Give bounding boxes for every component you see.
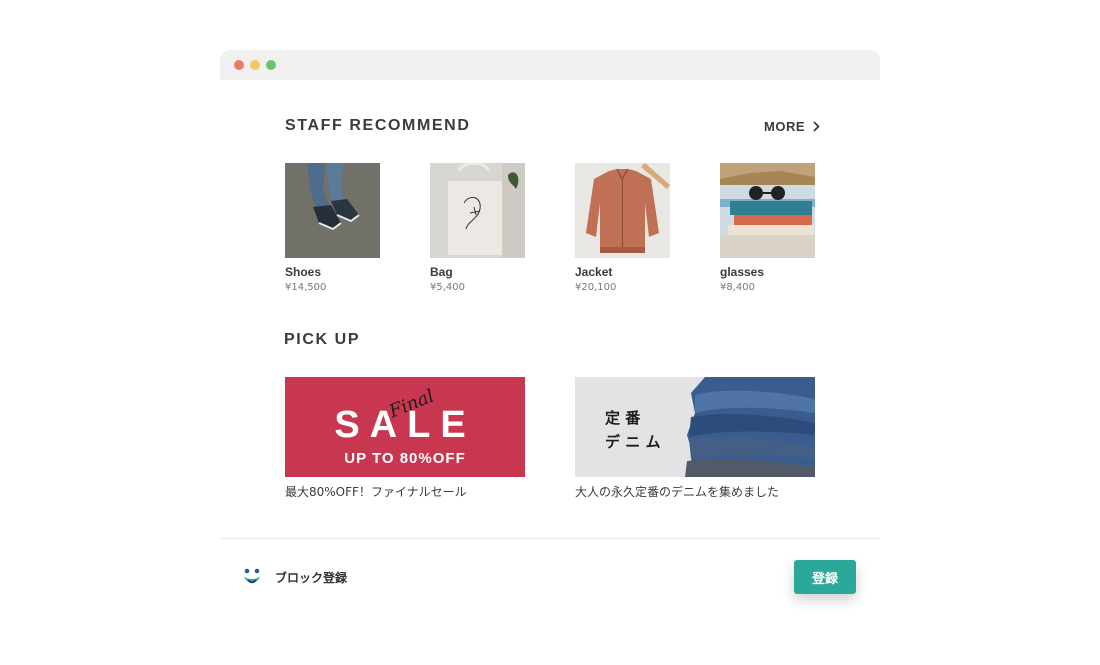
more-label: MORE	[764, 119, 805, 134]
product-card-jacket[interactable]: Jacket ¥20,100	[575, 163, 671, 293]
bag-image[interactable]	[430, 163, 525, 258]
chevron-right-icon	[813, 121, 820, 132]
window-maximize-button[interactable]	[266, 60, 276, 70]
smile-logo-icon	[244, 568, 260, 584]
window-titlebar	[220, 50, 880, 80]
product-name: glasses	[720, 265, 765, 279]
window-minimize-button[interactable]	[250, 60, 260, 70]
denim-line2-text: デ ニ ム	[605, 433, 660, 451]
product-price: ¥8,400	[720, 282, 755, 293]
banner-caption: 大人の永久定番のデニムを集めました	[575, 485, 780, 499]
browser-window: STAFF RECOMMEND MORE Shoes ¥14,500 Bag ¥…	[220, 50, 880, 640]
product-name: Jacket	[575, 265, 613, 279]
register-button[interactable]: 登録	[794, 560, 856, 594]
shoes-image[interactable]	[285, 163, 380, 258]
jacket-image[interactable]	[575, 163, 670, 258]
denim-line1-text: 定 番	[605, 409, 641, 427]
staff-recommend-title: STAFF RECOMMEND	[285, 117, 471, 134]
product-price: ¥5,400	[430, 282, 465, 293]
glasses-image[interactable]	[720, 163, 815, 258]
pickup-title: PICK UP	[284, 331, 361, 348]
product-card-glasses[interactable]: glasses ¥8,400	[720, 163, 816, 293]
window-close-button[interactable]	[234, 60, 244, 70]
block-register-label: ブロック登録	[275, 571, 348, 585]
product-card-shoes[interactable]: Shoes ¥14,500	[285, 163, 381, 293]
product-card-bag[interactable]: Bag ¥5,400	[430, 163, 526, 293]
product-name: Shoes	[285, 265, 322, 279]
sale-subheading-text: UP TO 80%OFF	[344, 450, 465, 467]
banner-caption: 最大80%OFF！ファイナルセール	[285, 485, 467, 499]
denim-banner-image[interactable]: 定 番 デ ニ ム	[575, 377, 815, 477]
product-name: Bag	[430, 265, 453, 279]
more-link[interactable]: MORE	[764, 119, 820, 134]
product-price: ¥14,500	[285, 282, 327, 293]
pickup-banner-sale[interactable]: Final SALE UP TO 80%OFF 最大80%OFF！ファイナルセー…	[285, 377, 525, 500]
pickup-banner-denim[interactable]: 定 番 デ ニ ム 大人の永久定番のデニムを集めました	[575, 377, 815, 500]
product-price: ¥20,100	[575, 282, 617, 293]
sale-heading-text: SALE	[334, 404, 475, 446]
sale-banner-image[interactable]: Final SALE UP TO 80%OFF	[285, 377, 525, 477]
footer-divider	[220, 538, 880, 539]
